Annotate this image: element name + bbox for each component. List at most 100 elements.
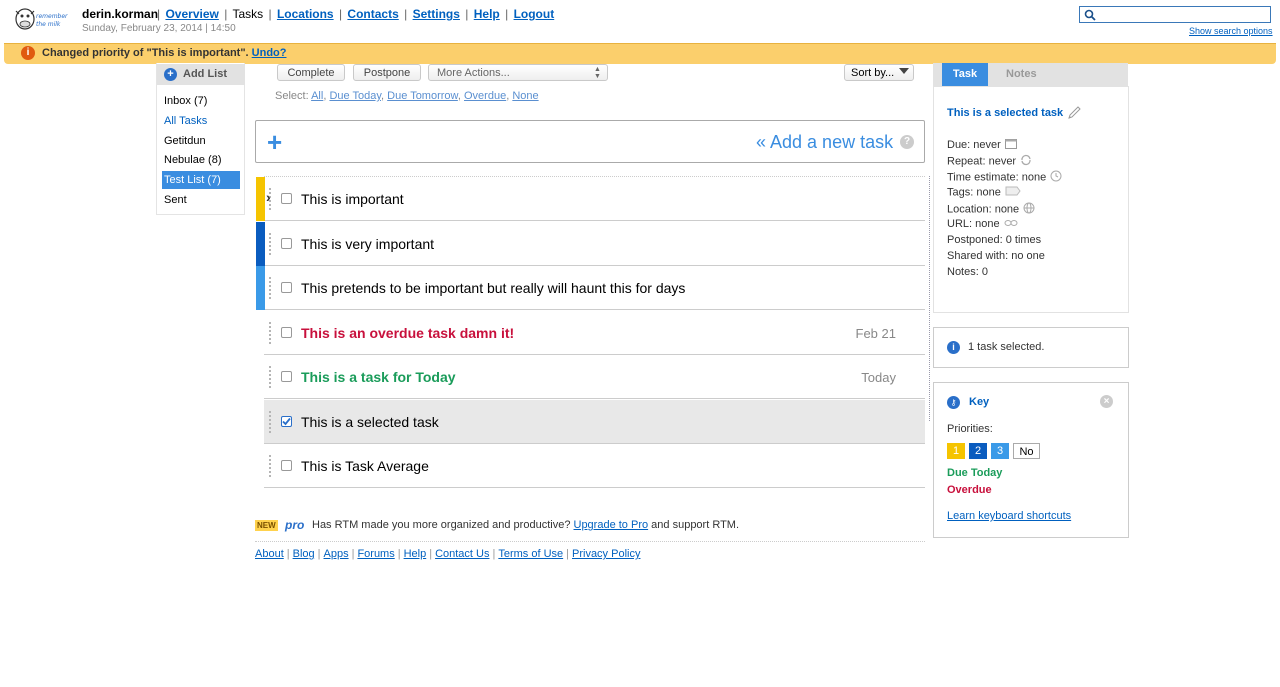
alert-icon: i [21,46,35,60]
add-new-task-link[interactable]: « Add a new task [756,132,893,153]
main-nav: | Overview | Tasks | Locations | Contact… [157,7,555,21]
show-search-options-link[interactable]: Show search options [1189,26,1273,36]
tag-icon[interactable] [1005,186,1021,199]
add-list-icon: + [164,68,177,81]
undo-link[interactable]: Undo? [252,47,287,59]
svg-text:the milk: the milk [36,21,61,28]
task-checkbox[interactable] [281,416,292,427]
priority-indicator [256,222,265,266]
current-datetime: Sunday, February 23, 2014 | 14:50 [82,23,236,34]
task-due-date: Today [861,370,896,385]
nav-logout[interactable]: Logout [514,7,555,21]
pro-text-before: Has RTM made you more organized and prod… [312,519,571,531]
tab-notes[interactable]: Notes [1006,68,1037,80]
postpone-button[interactable]: Postpone [353,64,421,81]
notification-message: Changed priority of "This is important".… [42,47,287,59]
footer-terms-link[interactable]: Terms of Use [498,548,563,560]
task-name[interactable]: This is an overdue task damn it! [301,325,514,341]
select-overdue-link[interactable]: Overdue [464,90,506,102]
info-icon: i [947,341,960,354]
task-checkbox[interactable] [281,238,292,249]
select-none-link[interactable]: None [512,90,538,102]
select-due-today-link[interactable]: Due Today [329,90,381,102]
plus-icon[interactable]: + [267,129,282,155]
task-property-text: Shared with: no one [947,250,1045,262]
drag-handle-icon[interactable] [269,233,274,255]
task-property: Repeat: never [947,154,1032,169]
selected-task-title[interactable]: This is a selected task [947,107,1063,119]
footer-contact-link[interactable]: Contact Us [435,548,489,560]
search-input[interactable] [1098,8,1266,21]
calendar-icon[interactable] [1004,138,1017,152]
task-name[interactable]: This is very important [301,236,434,252]
tab-task[interactable]: Task [942,63,988,86]
chevron-down-icon [899,68,909,74]
task-property: Shared with: no one [947,250,1045,262]
footer-blog-link[interactable]: Blog [293,548,315,560]
drag-handle-icon[interactable] [269,322,274,344]
nav-locations[interactable]: Locations [277,7,334,21]
task-name[interactable]: This is a task for Today [301,369,456,385]
task-checkbox[interactable] [281,193,292,204]
pro-promo: Has RTM made you more organized and prod… [312,519,739,531]
complete-button[interactable]: Complete [277,64,345,81]
footer-about-link[interactable]: About [255,548,284,560]
repeat-icon[interactable] [1020,154,1032,169]
task-checkbox[interactable] [281,460,292,471]
task-property-text: Tags: none [947,186,1001,199]
task-name[interactable]: This is a selected task [301,414,439,430]
notification-text: Changed priority of "This is important". [42,47,249,59]
svg-text:remember: remember [36,13,68,20]
list-item-sent[interactable]: Sent [162,191,240,209]
key-icon: ⚷ [947,396,960,409]
list-item-all-tasks[interactable]: All Tasks [162,112,240,130]
nav-tasks[interactable]: Tasks [232,7,263,21]
selection-connector [929,176,930,421]
priority-1-swatch: 1 [947,443,965,459]
drag-handle-icon[interactable] [269,455,274,477]
close-icon[interactable]: × [1100,395,1113,408]
priorities-label: Priorities: [947,423,993,435]
list-item-inbox[interactable]: Inbox (7) [162,92,240,110]
task-property-text: Location: none [947,203,1020,216]
task-property: Location: none [947,202,1035,217]
pencil-icon[interactable] [1066,105,1082,121]
list-item-nebulae[interactable]: Nebulae (8) [162,151,240,169]
task-name[interactable]: This is important [301,191,404,207]
new-badge: NEW [255,520,278,531]
task-name[interactable]: This pretends to be important but really… [301,280,685,296]
task-checkbox[interactable] [281,371,292,382]
footer-forums-link[interactable]: Forums [357,548,394,560]
link-icon[interactable] [1004,218,1018,230]
footer-privacy-link[interactable]: Privacy Policy [572,548,640,560]
globe-icon[interactable] [1023,202,1035,217]
rtm-logo[interactable]: remember the milk [12,5,70,35]
task-property-text: Notes: 0 [947,266,988,278]
task-checkbox[interactable] [281,327,292,338]
footer-apps-link[interactable]: Apps [324,548,349,560]
help-icon[interactable]: ? [900,135,914,149]
task-name[interactable]: This is Task Average [301,458,429,474]
upgrade-to-pro-link[interactable]: Upgrade to Pro [574,519,649,531]
more-actions-select[interactable]: More Actions... [428,64,608,81]
task-property-text: Due: never [947,138,1001,151]
task-property: Due: never [947,138,1017,152]
list-item-test-list[interactable]: Test List (7) [162,171,240,189]
priority-2-swatch: 2 [969,443,987,459]
keyboard-shortcuts-link[interactable]: Learn keyboard shortcuts [947,510,1071,522]
select-due-tomorrow-link[interactable]: Due Tomorrow [387,90,458,102]
task-checkbox[interactable] [281,282,292,293]
drag-handle-icon[interactable] [269,411,274,433]
select-all-link[interactable]: All [311,90,323,102]
nav-settings[interactable]: Settings [413,7,460,21]
drag-handle-icon[interactable] [269,366,274,388]
nav-contacts[interactable]: Contacts [347,7,398,21]
add-list-label[interactable]: Add List [183,68,227,80]
footer-help-link[interactable]: Help [404,548,427,560]
priority-indicator [256,177,265,221]
drag-handle-icon[interactable] [269,277,274,299]
clock-icon[interactable] [1050,170,1062,185]
nav-help[interactable]: Help [474,7,500,21]
nav-overview[interactable]: Overview [165,7,218,21]
list-item-getitdun[interactable]: Getitdun [162,132,240,150]
